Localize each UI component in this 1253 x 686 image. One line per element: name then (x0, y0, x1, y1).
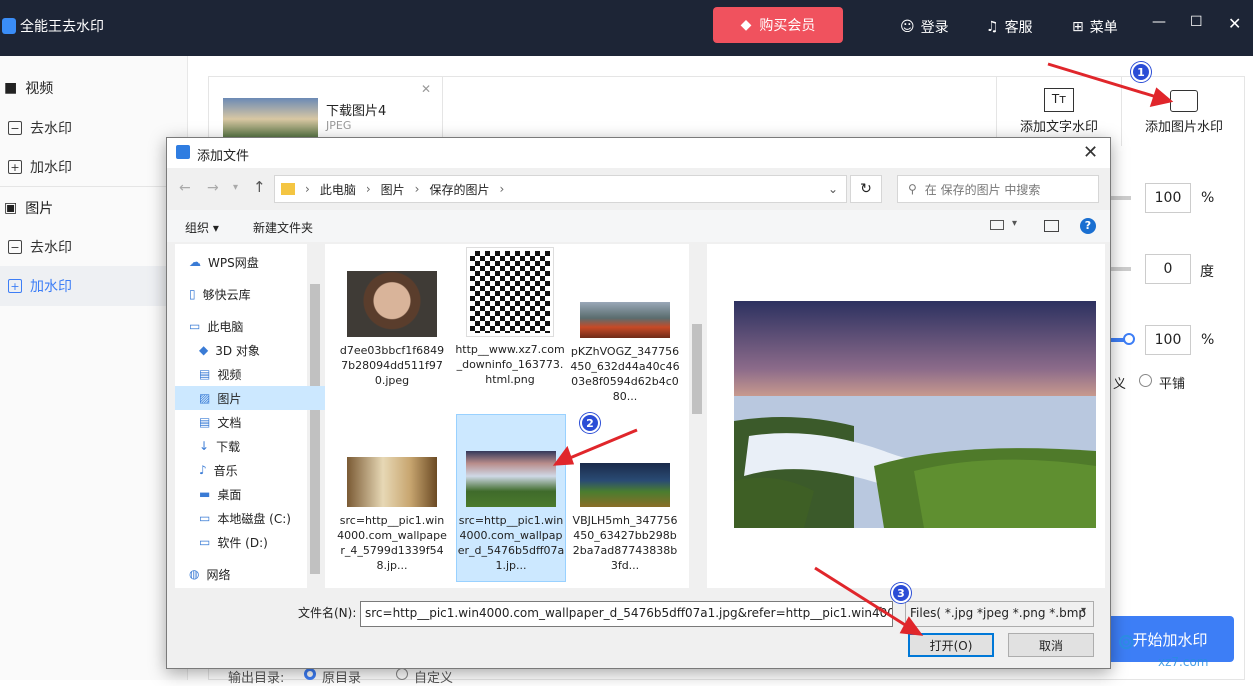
annotation-arrowhead-1 (1149, 87, 1174, 108)
annotation-arrowhead-2 (552, 445, 575, 466)
annotation-arrowhead-3 (899, 616, 924, 636)
watermark-text: xz7.com (1158, 655, 1209, 669)
annotation-badge-2: 2 (580, 413, 600, 433)
annotation-arrow-2 (564, 428, 638, 462)
annotation-badge-3: 3 (891, 583, 911, 603)
watermark-logo: ⊚ (1117, 630, 1136, 655)
annotation-overlay (552, 62, 1174, 636)
annotation-badge-1: 1 (1131, 62, 1151, 82)
